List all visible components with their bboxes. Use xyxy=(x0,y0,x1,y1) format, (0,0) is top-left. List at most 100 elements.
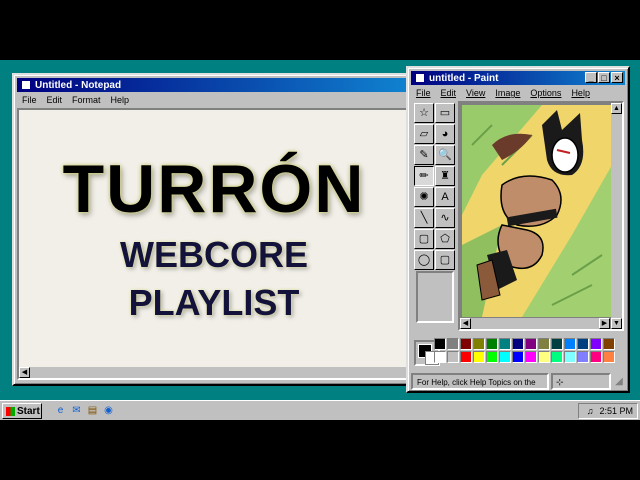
scroll-up-arrow-icon[interactable]: ▲ xyxy=(611,103,622,114)
scroll-left-arrow-icon[interactable]: ◀ xyxy=(19,367,30,378)
palette-swatch[interactable] xyxy=(512,338,524,350)
curve-icon[interactable]: ∿ xyxy=(435,208,455,228)
notepad-app-icon xyxy=(21,80,31,90)
paint-menu-edit[interactable]: Edit xyxy=(436,88,462,98)
system-tray: ♫ 2:51 PM xyxy=(578,403,638,419)
paint-menu-options[interactable]: Options xyxy=(525,88,566,98)
paint-window: untitled - Paint _ □ × File Edit View Im… xyxy=(406,66,630,393)
tool-options-box[interactable] xyxy=(416,271,454,323)
polygon-icon[interactable]: ⬠ xyxy=(435,229,455,249)
coords-icon: ⊹ xyxy=(556,377,564,387)
notepad-menu-help[interactable]: Help xyxy=(106,95,135,105)
notepad-menubar: File Edit Format Help xyxy=(17,93,413,107)
palette-swatch[interactable] xyxy=(460,338,472,350)
status-coords: ⊹ xyxy=(551,373,611,390)
scroll-down-arrow-icon[interactable]: ▼ xyxy=(611,318,622,329)
notepad-title: Untitled - Notepad xyxy=(35,79,122,91)
clock[interactable]: 2:51 PM xyxy=(599,406,633,416)
palette-swatch[interactable] xyxy=(499,338,511,350)
subtitle-webcore: WEBCORE xyxy=(120,234,308,275)
palette-swatch[interactable] xyxy=(538,351,550,363)
channels-icon[interactable]: ◉ xyxy=(102,404,115,417)
palette-swatch[interactable] xyxy=(512,351,524,363)
ellipse-icon[interactable]: ◯ xyxy=(414,250,434,270)
windows-logo-icon xyxy=(6,406,15,416)
taskbar: Start e ✉ ▤ ◉ ♫ 2:51 PM xyxy=(0,400,640,420)
paint-canvas-area: ◀ ▶ ▲ ▼ xyxy=(458,101,624,331)
paint-menu-image[interactable]: Image xyxy=(490,88,525,98)
rounded-rect-icon[interactable]: ▢ xyxy=(435,250,455,270)
line-icon[interactable]: ╲ xyxy=(414,208,434,228)
status-bar: For Help, click Help Topics on the xyxy=(411,373,549,390)
paint-titlebar[interactable]: untitled - Paint _ □ × xyxy=(411,71,625,85)
palette-swatch[interactable] xyxy=(590,338,602,350)
palette-swatch[interactable] xyxy=(525,338,537,350)
palette-swatch[interactable] xyxy=(590,351,602,363)
paint-hscrollbar[interactable]: ◀ ▶ xyxy=(460,318,610,329)
palette-swatch[interactable] xyxy=(473,338,485,350)
subtitle-playlist: PLAYLIST xyxy=(128,282,300,323)
palette-swatch[interactable] xyxy=(434,338,446,350)
notepad-text-area[interactable]: TURRÓN WEBCORE PLAYLIST ◀ xyxy=(17,108,411,380)
palette-swatch[interactable] xyxy=(486,338,498,350)
paint-menubar: File Edit View Image Options Help xyxy=(411,86,625,100)
palette-swatch[interactable] xyxy=(473,351,485,363)
palette-swatch[interactable] xyxy=(538,338,550,350)
minimize-button[interactable]: _ xyxy=(585,72,597,83)
brush-icon[interactable]: ♜ xyxy=(435,166,455,186)
palette-swatch[interactable] xyxy=(434,351,446,363)
text-icon[interactable]: A xyxy=(435,187,455,207)
artwork-image xyxy=(462,105,612,317)
notepad-window: Untitled - Notepad File Edit Format Help… xyxy=(12,73,418,386)
picker-icon[interactable]: ✎ xyxy=(414,145,434,165)
internet-explorer-icon[interactable]: e xyxy=(54,404,67,417)
color-palette xyxy=(434,338,615,363)
paint-title: untitled - Paint xyxy=(429,72,499,84)
palette-swatch[interactable] xyxy=(551,351,563,363)
palette-swatch[interactable] xyxy=(577,351,589,363)
notepad-menu-format[interactable]: Format xyxy=(67,95,106,105)
notepad-menu-file[interactable]: File xyxy=(17,95,42,105)
palette-swatch[interactable] xyxy=(486,351,498,363)
notepad-titlebar[interactable]: Untitled - Notepad xyxy=(17,78,413,92)
rect-select-icon[interactable]: ▭ xyxy=(435,103,455,123)
start-label: Start xyxy=(17,405,40,417)
palette-swatch[interactable] xyxy=(564,338,576,350)
scroll-left-arrow-icon[interactable]: ◀ xyxy=(460,318,471,329)
paint-menu-help[interactable]: Help xyxy=(566,88,595,98)
paint-vscrollbar[interactable]: ▲ ▼ xyxy=(611,103,622,329)
pencil-icon[interactable]: ✏ xyxy=(414,166,434,186)
rectangle-icon[interactable]: ▢ xyxy=(414,229,434,249)
palette-swatch[interactable] xyxy=(603,338,615,350)
status-text: For Help, click Help Topics on the xyxy=(417,378,536,387)
palette-swatch[interactable] xyxy=(460,351,472,363)
airbrush-icon[interactable]: ✺ xyxy=(414,187,434,207)
palette-swatch[interactable] xyxy=(525,351,537,363)
notepad-menu-edit[interactable]: Edit xyxy=(42,95,68,105)
start-button[interactable]: Start xyxy=(2,403,42,419)
volume-icon[interactable]: ♫ xyxy=(587,406,594,416)
outlook-express-icon[interactable]: ✉ xyxy=(70,404,83,417)
fill-icon[interactable]: ◕ xyxy=(435,124,455,144)
maximize-button[interactable]: □ xyxy=(598,72,610,83)
palette-swatch[interactable] xyxy=(577,338,589,350)
close-button[interactable]: × xyxy=(611,72,623,83)
paint-canvas[interactable] xyxy=(462,105,612,317)
palette-swatch[interactable] xyxy=(447,338,459,350)
resize-grip-icon[interactable]: ◢ xyxy=(613,376,625,388)
palette-swatch[interactable] xyxy=(564,351,576,363)
palette-swatch[interactable] xyxy=(603,351,615,363)
title-turron: TURRÓN xyxy=(62,151,366,227)
scroll-right-arrow-icon[interactable]: ▶ xyxy=(599,318,610,329)
paint-menu-file[interactable]: File xyxy=(411,88,436,98)
palette-swatch[interactable] xyxy=(447,351,459,363)
paint-menu-view[interactable]: View xyxy=(461,88,490,98)
palette-swatch[interactable] xyxy=(551,338,563,350)
eraser-icon[interactable]: ▱ xyxy=(414,124,434,144)
notepad-hscrollbar[interactable]: ◀ xyxy=(19,367,409,378)
palette-swatch[interactable] xyxy=(499,351,511,363)
magnifier-icon[interactable]: 🔍 xyxy=(435,145,455,165)
tool-box: ☆ ▭ ▱ ◕ ✎ 🔍 ✏ ♜ ✺ A ╲ ∿ ▢ ⬠ ◯ ▢ xyxy=(414,103,455,270)
show-desktop-icon[interactable]: ▤ xyxy=(86,404,99,417)
free-select-icon[interactable]: ☆ xyxy=(414,103,434,123)
